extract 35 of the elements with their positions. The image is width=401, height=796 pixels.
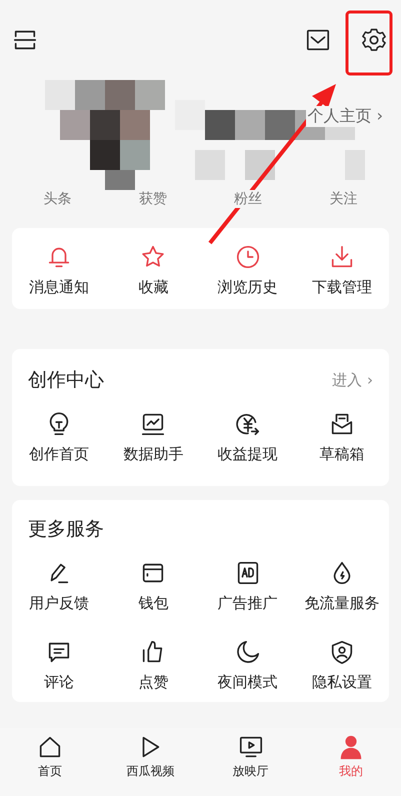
menu-item-label[interactable]: 评论 [44, 673, 74, 692]
section-title: 更多服务 [28, 517, 104, 542]
clock-icon [234, 244, 261, 270]
profile-link[interactable]: 个人主页 › [306, 106, 385, 127]
menu-item-label[interactable]: 广告推广 [218, 594, 278, 613]
settings-icon [361, 27, 387, 53]
menu-item-label[interactable]: 夜间模式 [218, 673, 278, 692]
tv-icon [238, 734, 264, 760]
menu-item-label[interactable]: 隐私设置 [312, 673, 372, 692]
section-title: 创作中心 [28, 368, 104, 393]
moon-icon [234, 639, 261, 665]
tab[interactable]: 西瓜视频 [100, 728, 200, 796]
menu-item-label[interactable]: 消息通知 [29, 278, 90, 297]
yuan-coin-icon [234, 411, 261, 437]
menu-item-label[interactable]: 点赞 [138, 673, 168, 692]
menu-item-label[interactable]: 创作首页 [29, 445, 90, 464]
tab[interactable]: 首页 [0, 728, 100, 796]
mail-icon [305, 27, 331, 53]
menu-item-label[interactable]: 用户反馈 [29, 594, 90, 613]
stat-label[interactable]: 关注 [327, 190, 360, 208]
menu-item-label[interactable]: 收藏 [138, 278, 168, 297]
menu-item-label[interactable]: 数据助手 [123, 445, 184, 464]
chart-monitor-icon [140, 411, 166, 437]
menu-item-label[interactable]: 收益提现 [218, 445, 278, 464]
tab[interactable]: 放映厅 [200, 728, 301, 796]
menu-item-label[interactable]: 免流量服务 [304, 594, 380, 613]
menu-item-label[interactable]: 钱包 [138, 594, 168, 613]
menu-item-label[interactable]: 下载管理 [312, 278, 372, 297]
stat-label[interactable]: 获赞 [136, 190, 169, 208]
tab[interactable]: 我的 [300, 728, 401, 796]
enter-link[interactable]: 进入 › [332, 370, 373, 390]
stat-label[interactable]: 粉丝 [232, 190, 264, 208]
menu-item-label[interactable]: 浏览历史 [218, 278, 278, 297]
stat-label[interactable]: 头条 [42, 190, 74, 208]
menu-item-label[interactable]: 草稿箱 [319, 445, 364, 464]
